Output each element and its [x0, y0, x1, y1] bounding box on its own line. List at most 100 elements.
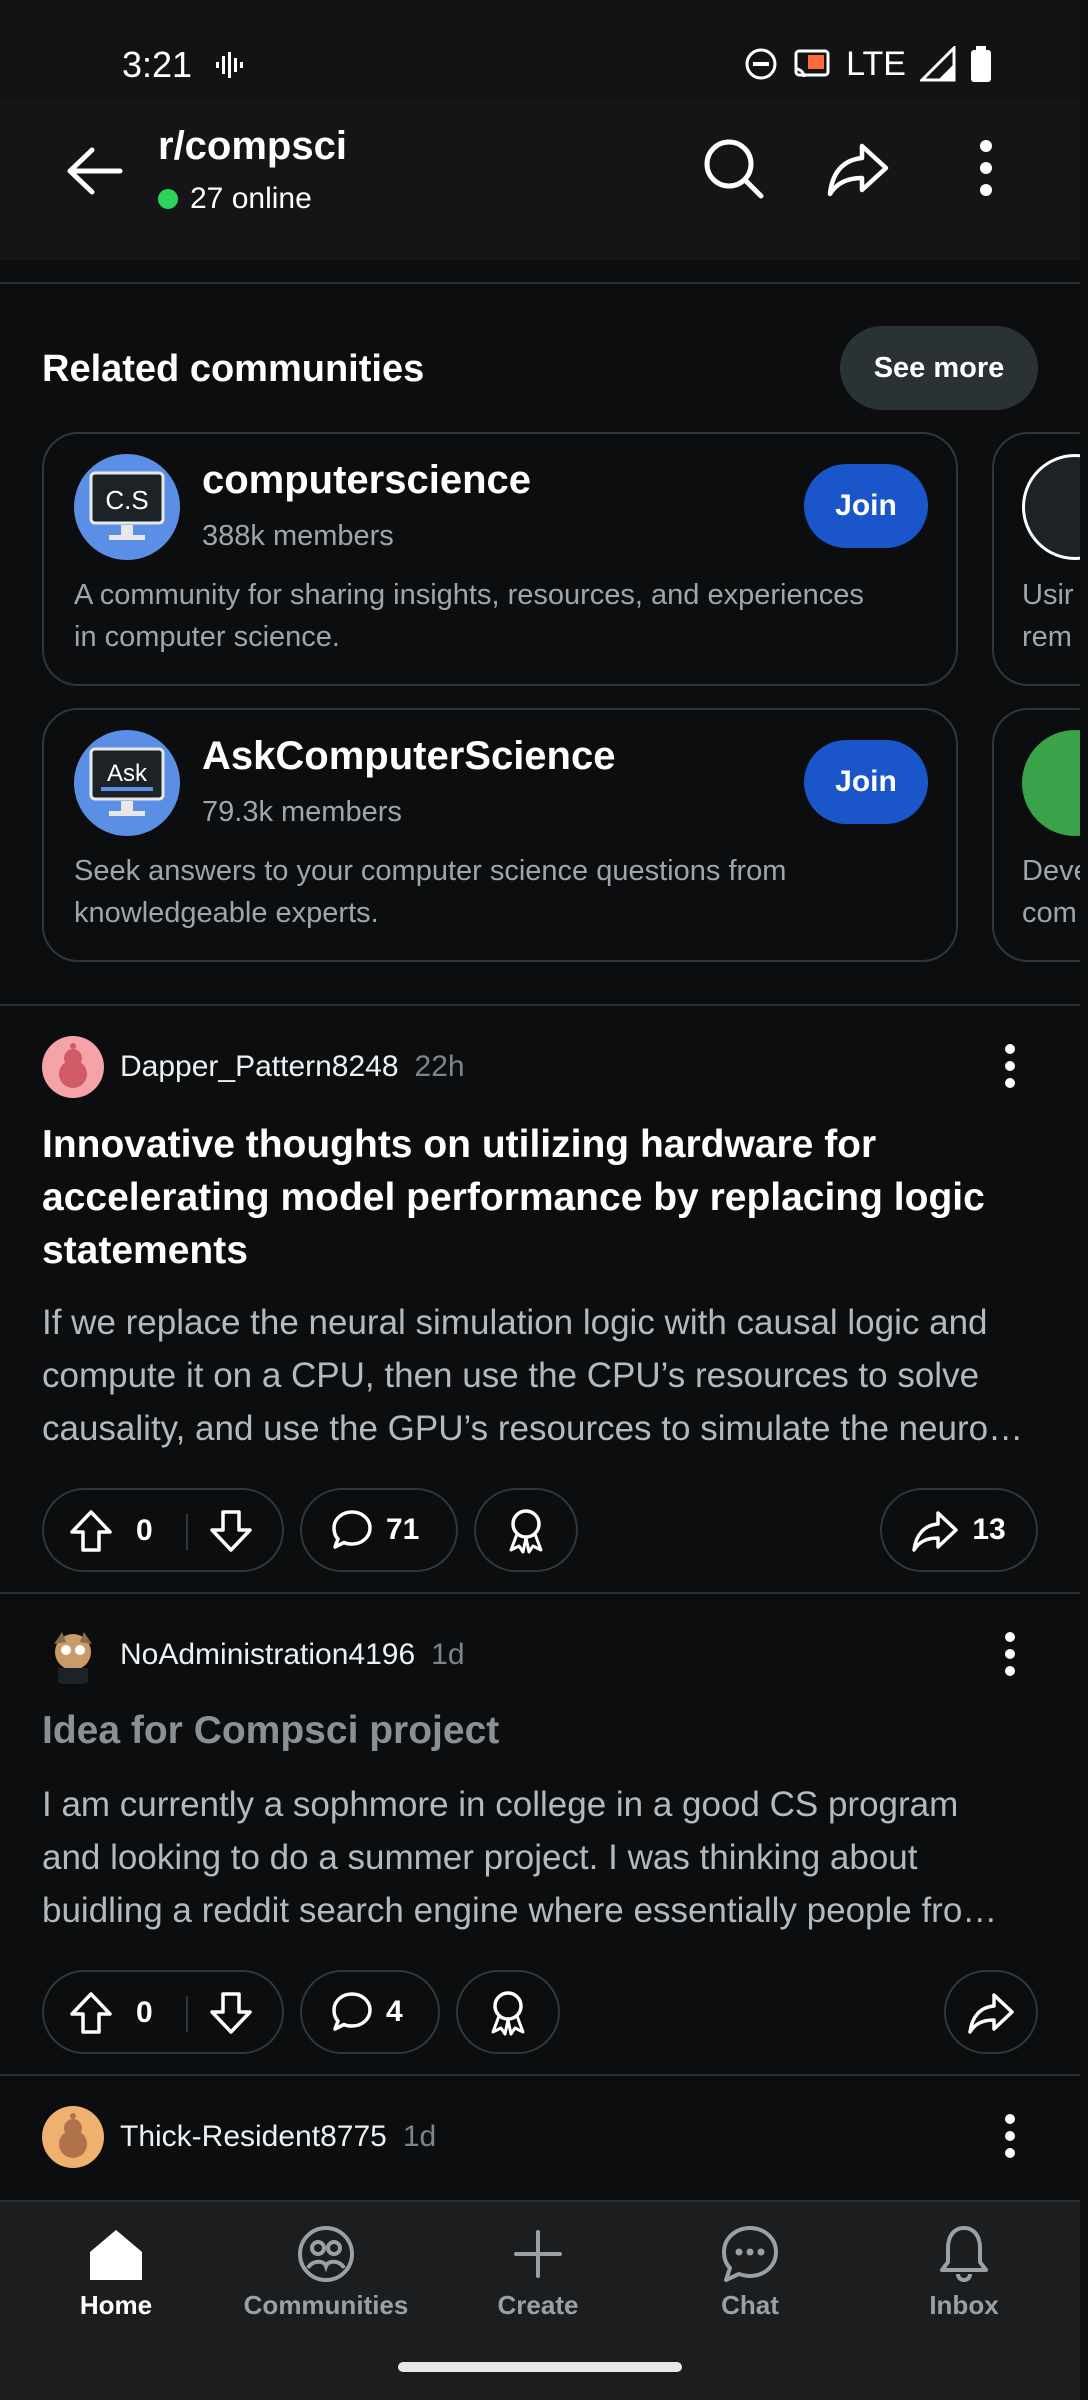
home-indicator[interactable] [398, 2362, 682, 2372]
network-type: LTE [846, 44, 906, 83]
online-dot [158, 189, 178, 209]
community-members: 79.3k members [202, 796, 402, 828]
cast-icon [794, 49, 830, 78]
status-time: 3:21 [122, 44, 193, 85]
post-body[interactable]: If we replace the neural simulation logi… [42, 1296, 1042, 1455]
vote-separator [186, 1514, 188, 1550]
post-author[interactable]: Thick-Resident8775 [120, 2120, 387, 2154]
community-card-peek[interactable]: Usir rem [992, 432, 1088, 686]
communities-icon [298, 2226, 354, 2282]
post-title[interactable]: Idea for Compsci project [42, 1704, 1042, 1757]
divider [0, 1592, 1080, 1594]
nav-label: Chat [721, 2290, 779, 2320]
divider [0, 1004, 1080, 1006]
user-avatar[interactable] [42, 1036, 104, 1098]
nav-communities[interactable]: Communities [236, 2222, 416, 2342]
share-icon [912, 1511, 959, 1552]
share-icon [968, 1993, 1014, 2034]
post-more-icon[interactable] [980, 1036, 1040, 1096]
comment-icon [332, 1510, 372, 1549]
nav-label: Create [497, 2290, 579, 2320]
do-not-disturb-icon [745, 48, 777, 80]
vote-score: 0 [136, 1996, 153, 2029]
status-icons: LTE [744, 44, 992, 84]
community-avatar [1022, 454, 1088, 560]
community-card-peek[interactable]: Deve com [992, 708, 1088, 962]
search-icon[interactable] [693, 128, 773, 208]
post-age: 1d [402, 2120, 437, 2153]
community-description: A community for sharing insights, resour… [74, 579, 864, 653]
user-avatar[interactable] [42, 2106, 104, 2168]
vote-control: 0 [42, 1488, 284, 1572]
nav-inbox[interactable]: Inbox [874, 2222, 1054, 2342]
chat-icon [722, 2226, 778, 2282]
svg-text:C.S: C.S [105, 485, 148, 515]
post-age: 22h [414, 1050, 465, 1083]
post-more-icon[interactable] [980, 1624, 1040, 1684]
back-arrow-icon[interactable] [60, 136, 130, 206]
downvote-icon[interactable] [208, 1990, 254, 2036]
comment-count: 71 [386, 1513, 420, 1546]
comments-button[interactable]: 71 [300, 1488, 458, 1572]
related-communities-title: Related communities [42, 348, 425, 390]
comment-count: 4 [386, 1995, 403, 2028]
online-text: 27 online [190, 182, 312, 215]
community-avatar: C.S [74, 454, 180, 560]
post-age: 1d [431, 1638, 465, 1671]
post-author[interactable]: Dapper_Pattern8248 [120, 1050, 399, 1084]
online-count: 27 online [158, 182, 312, 216]
upvote-icon[interactable] [68, 1990, 114, 2036]
nav-label: Inbox [929, 2290, 999, 2320]
share-icon[interactable] [818, 128, 898, 208]
see-more-button[interactable]: See more [840, 326, 1038, 410]
post-title[interactable]: Innovative thoughts on utilizing hardwar… [42, 1118, 1042, 1277]
post-body[interactable]: I am currently a sophmore in college in … [42, 1778, 1042, 1937]
post-more-icon[interactable] [980, 2106, 1040, 2166]
vote-score: 0 [136, 1514, 153, 1547]
user-avatar[interactable] [42, 1624, 104, 1686]
home-icon [90, 2230, 142, 2280]
award-icon [509, 1509, 543, 1554]
downvote-icon[interactable] [208, 1508, 254, 1554]
screen-edge [1080, 0, 1088, 2400]
community-description-peek: Deve com [1022, 855, 1088, 929]
award-button[interactable] [474, 1488, 578, 1572]
share-button[interactable]: 13 [880, 1488, 1038, 1572]
divider [0, 2074, 1080, 2076]
nav-chat[interactable]: Chat [660, 2222, 840, 2342]
comment-icon [332, 1992, 372, 2031]
battery-icon [971, 46, 991, 82]
share-button[interactable] [944, 1970, 1038, 2054]
community-description: Seek answers to your computer science qu… [74, 855, 787, 929]
nav-create[interactable]: Create [448, 2222, 628, 2342]
community-members: 388k members [202, 520, 394, 552]
join-button[interactable]: Join [804, 464, 928, 548]
plus-icon [514, 2230, 562, 2278]
upvote-icon[interactable] [68, 1508, 114, 1554]
subreddit-name[interactable]: r/compsci [158, 124, 347, 169]
award-button[interactable] [456, 1970, 560, 2054]
share-count: 13 [972, 1513, 1006, 1546]
award-icon [491, 1991, 525, 2036]
community-name: computerscience [202, 458, 532, 502]
more-options-icon[interactable] [946, 128, 1026, 208]
comments-button[interactable]: 4 [300, 1970, 440, 2054]
join-button[interactable]: Join [804, 740, 928, 824]
vote-separator [186, 1996, 188, 2032]
community-avatar [1022, 730, 1088, 836]
divider [0, 282, 1080, 284]
community-name: AskComputerScience [202, 734, 616, 778]
nav-label: Home [79, 2290, 153, 2320]
nav-home[interactable]: Home [26, 2222, 206, 2342]
voice-activity-icon [216, 52, 243, 78]
post-author[interactable]: NoAdministration4196 [120, 1638, 415, 1672]
community-card-computerscience[interactable]: C.S computerscience 388k members Join A … [42, 432, 958, 686]
community-card-askcomputerscience[interactable]: Ask AskComputerScience 79.3k members Joi… [42, 708, 958, 962]
nav-label: Communities [243, 2290, 409, 2320]
vote-control: 0 [42, 1970, 284, 2054]
post-meta: NoAdministration4196 1d [42, 1624, 465, 1686]
svg-text:Ask: Ask [107, 760, 148, 787]
post-meta: Thick-Resident8775 1d [42, 2106, 436, 2168]
subreddit-header: r/compsci 27 online [0, 100, 1080, 260]
community-description-peek: Usir rem [1022, 579, 1074, 653]
